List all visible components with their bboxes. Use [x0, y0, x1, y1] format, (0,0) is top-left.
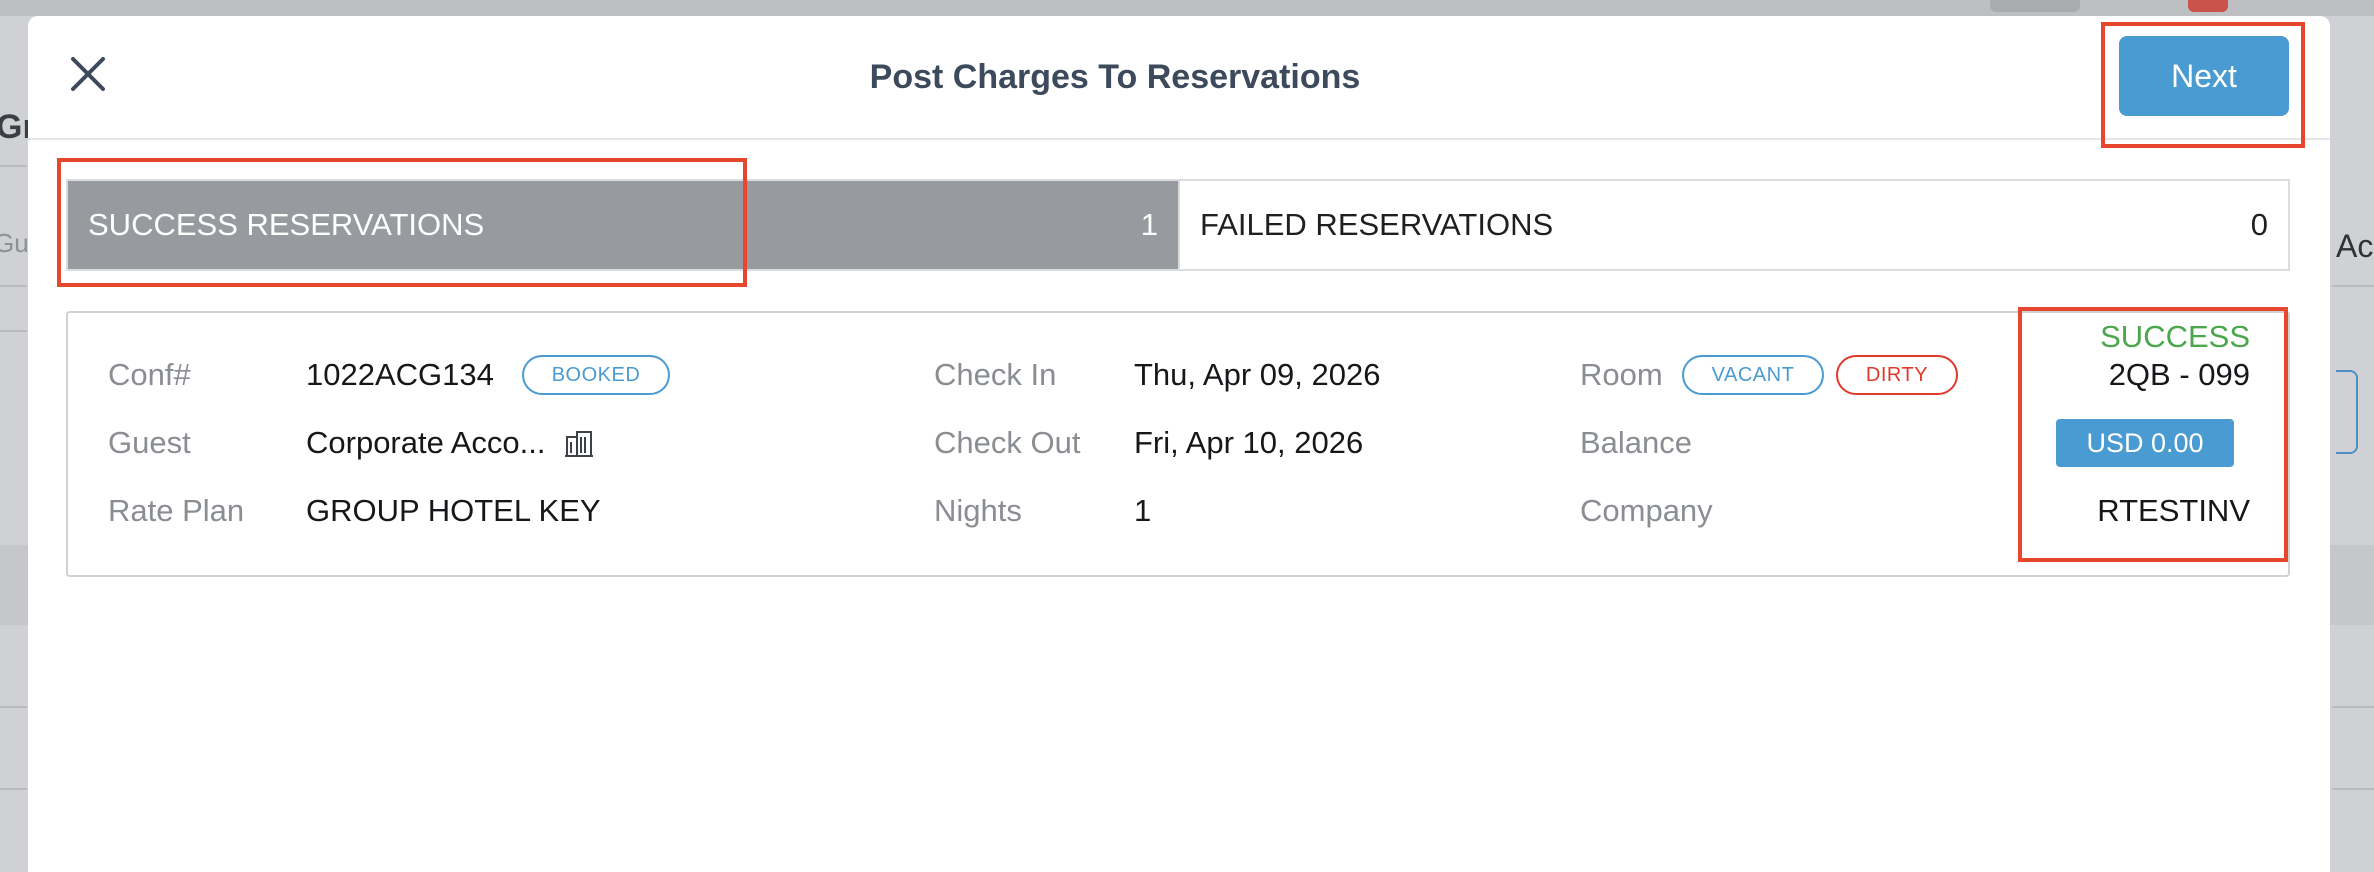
nights-label: Nights — [934, 493, 1022, 528]
reservation-card[interactable]: Conf# 1022ACG134 BOOKED Guest Corporate … — [66, 311, 2290, 577]
background-divider — [0, 330, 27, 332]
guest-value[interactable]: Corporate Acco... — [306, 425, 546, 461]
nights-value: 1 — [1134, 493, 1152, 528]
booked-badge: BOOKED — [522, 355, 670, 395]
dirty-badge: DIRTY — [1836, 355, 1958, 395]
check-out-value: Fri, Apr 10, 2026 — [1134, 425, 1364, 460]
conf-label: Conf# — [108, 357, 191, 392]
background-right-label: Ac — [2336, 228, 2374, 264]
background-divider — [0, 165, 27, 167]
reservation-tabs: SUCCESS RESERVATIONS 1 FAILED RESERVATIO… — [66, 179, 2290, 271]
company-label: Company — [1580, 493, 1713, 528]
tab-count: 0 — [2250, 207, 2268, 242]
conf-value: 1022ACG134 — [306, 357, 494, 392]
check-out-label: Check Out — [934, 425, 1081, 460]
tab-label: SUCCESS RESERVATIONS — [88, 207, 485, 242]
guest-label: Guest — [108, 425, 191, 460]
room-number: 2QB - 099 — [2108, 357, 2250, 392]
background-divider — [0, 788, 27, 790]
company-value: RTESTINV — [2097, 493, 2250, 528]
background-divider — [0, 285, 27, 287]
room-label: Room — [1580, 357, 1663, 392]
check-in-value: Thu, Apr 09, 2026 — [1134, 357, 1381, 392]
post-charges-modal: Post Charges To Reservations Next SUCCES… — [28, 16, 2330, 872]
background-top-badge — [2188, 0, 2228, 12]
background-divider — [2332, 788, 2374, 790]
background-top-button — [1990, 0, 2080, 12]
check-in-label: Check In — [934, 357, 1057, 392]
tab-success-reservations[interactable]: SUCCESS RESERVATIONS 1 — [68, 181, 1178, 269]
modal-header: Post Charges To Reservations Next — [28, 16, 2330, 140]
balance-value: USD 0.00 — [2056, 419, 2234, 467]
modal-title: Post Charges To Reservations — [869, 58, 1361, 96]
background-divider — [0, 706, 27, 708]
background-divider — [2332, 706, 2374, 708]
rate-plan-label: Rate Plan — [108, 493, 245, 528]
tab-count: 1 — [1140, 207, 1158, 242]
tab-failed-reservations[interactable]: FAILED RESERVATIONS 0 — [1178, 181, 2288, 269]
rate-plan-value: GROUP HOTEL KEY — [306, 493, 601, 528]
next-button[interactable]: Next — [2119, 36, 2289, 116]
status-text: SUCCESS — [2100, 319, 2250, 354]
company-icon[interactable] — [564, 429, 594, 459]
tab-label: FAILED RESERVATIONS — [1200, 207, 1554, 242]
balance-label: Balance — [1580, 425, 1693, 460]
background-button-edge — [2336, 370, 2358, 454]
background-divider — [2332, 285, 2374, 287]
vacant-badge: VACANT — [1682, 355, 1824, 395]
